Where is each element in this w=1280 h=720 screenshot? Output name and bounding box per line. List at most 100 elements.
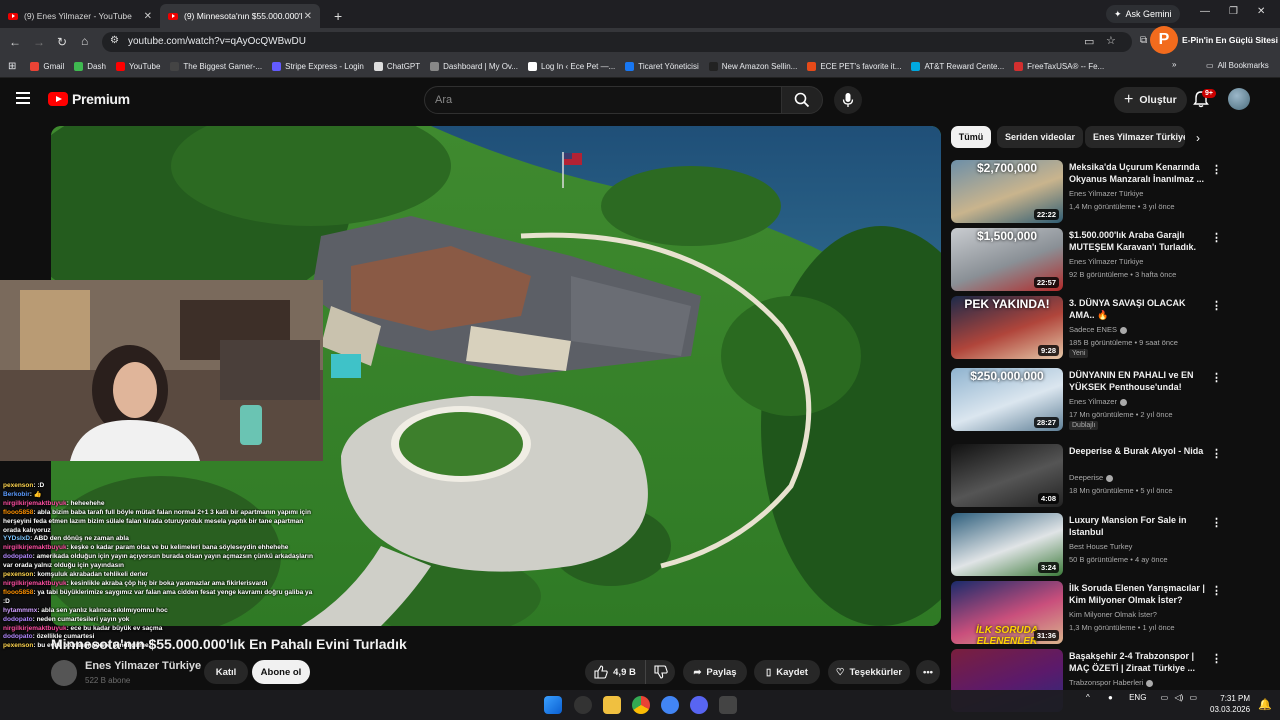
voice-search-button[interactable] xyxy=(834,86,862,114)
chrome-icon[interactable] xyxy=(632,696,650,714)
app-icon[interactable] xyxy=(719,696,737,714)
join-button[interactable]: Katıl xyxy=(204,660,248,684)
channel-label[interactable]: Deeperise xyxy=(1069,473,1103,482)
cast-icon[interactable]: ▭ xyxy=(1084,35,1094,48)
extensions-icon[interactable]: ⧉ xyxy=(1140,35,1147,46)
channel-label[interactable]: Sadece ENES xyxy=(1069,325,1117,334)
browser-tab-active[interactable]: (9) Minnesota'nın $55.000.000'l ✕ xyxy=(160,4,320,28)
recommended-video-title[interactable]: Luxury Mansion For Sale in Istanbul xyxy=(1069,514,1205,538)
more-vertical-icon[interactable]: ⋮ xyxy=(1211,516,1222,529)
recommended-video-title[interactable]: $1.500.000'lık Araba Garajlı MUTEŞEM Kar… xyxy=(1069,229,1205,253)
bookmark-item[interactable]: Gmail xyxy=(30,62,64,71)
reload-icon[interactable]: ↻ xyxy=(57,35,67,49)
thanks-button[interactable]: ♡ Teşekkürler xyxy=(828,660,910,684)
home-icon[interactable]: ⌂ xyxy=(81,34,88,48)
discord-icon[interactable] xyxy=(690,696,708,714)
channel-label[interactable]: Kim Milyoner Olmak İster? xyxy=(1069,610,1157,619)
like-button[interactable]: 4,9 B xyxy=(585,660,645,684)
bookmark-item[interactable]: The Biggest Gamer-... xyxy=(170,62,262,71)
bookmark-item[interactable]: FreeTaxUSA® -- Fe... xyxy=(1014,62,1104,71)
volume-icon[interactable]: ◁) xyxy=(1174,693,1183,702)
share-button[interactable]: ➦ Paylaş xyxy=(683,660,747,684)
extension-logo-icon[interactable]: P xyxy=(1150,26,1178,54)
bookmark-item[interactable]: YouTube xyxy=(115,62,160,71)
bookmark-item[interactable]: ChatGPT xyxy=(373,62,420,71)
google-icon[interactable] xyxy=(661,696,679,714)
recommended-video-title[interactable]: DÜNYANIN EN PAHALI ve EN YÜKSEK Penthous… xyxy=(1069,369,1205,393)
create-button[interactable]: + Oluştur xyxy=(1114,87,1187,113)
recommended-video-title[interactable]: Deeperise & Burak Akyol - Nida xyxy=(1069,445,1205,457)
recommended-video[interactable]: $1,500,000 22:57 $1.500.000'lık Araba Gara… xyxy=(951,228,1251,292)
save-button[interactable]: ▯ Kaydet xyxy=(754,660,820,684)
more-vertical-icon[interactable]: ⋮ xyxy=(1211,584,1222,597)
bookmark-item[interactable]: Log In ‹ Ece Pet —... xyxy=(528,62,615,71)
more-actions-button[interactable]: ••• xyxy=(916,660,940,684)
more-vertical-icon[interactable]: ⋮ xyxy=(1211,447,1222,460)
account-avatar[interactable] xyxy=(1228,88,1250,110)
recommended-video[interactable]: $2,700,000 22:22 Meksika'da Uçurum Kenarın… xyxy=(951,160,1251,224)
recommended-video[interactable]: İLK SORUDA ELENENLER 31:36 İlk Soruda Elen… xyxy=(951,581,1251,645)
more-vertical-icon[interactable]: ⋮ xyxy=(1211,231,1222,244)
chip-series-videos[interactable]: Seriden videolar xyxy=(997,126,1084,148)
recommended-video-title[interactable]: İlk Soruda Elenen Yarışmacılar | Kim Mil… xyxy=(1069,582,1205,606)
youtube-premium-logo[interactable]: Premium xyxy=(48,91,130,107)
browser-tab[interactable]: (9) Enes Yilmazer - YouTube ✕ xyxy=(0,4,160,28)
system-clock[interactable]: 7:31 PM 03.03.2026 xyxy=(1210,693,1250,715)
ask-gemini-button[interactable]: ✦ Ask Gemini xyxy=(1106,5,1180,23)
bookmark-item[interactable]: Stripe Express - Login xyxy=(272,62,364,71)
video-thumbnail[interactable]: PEK YAKINDA! 9:28 xyxy=(951,296,1063,359)
bookmark-item[interactable]: Dashboard | My Ov... xyxy=(430,62,518,71)
channel-label[interactable]: Trabzonspor Haberleri xyxy=(1069,678,1143,687)
dislike-button[interactable] xyxy=(645,660,675,684)
bookmark-item[interactable]: AT&T Reward Cente... xyxy=(911,62,1004,71)
channel-name[interactable]: Enes Yilmazer Türkiye xyxy=(85,660,201,672)
back-icon[interactable]: ← xyxy=(9,35,21,49)
video-thumbnail[interactable]: $1,500,000 22:57 xyxy=(951,228,1063,291)
widgets-icon[interactable] xyxy=(574,696,592,714)
close-window-icon[interactable]: ✕ xyxy=(1257,6,1265,17)
network-icon[interactable]: ▭ xyxy=(1161,693,1169,702)
battery-icon[interactable]: ▭ xyxy=(1190,693,1198,702)
recommended-video-title[interactable]: 3. DÜNYA SAVAŞI OLACAK AMA.. 🔥 xyxy=(1069,297,1205,321)
recommended-video[interactable]: 4:08 Deeperise & Burak Akyol - Nida Deeper… xyxy=(951,444,1251,508)
more-vertical-icon[interactable]: ⋮ xyxy=(1211,299,1222,312)
bookmark-item[interactable]: New Amazon Sellin... xyxy=(708,62,797,71)
file-explorer-icon[interactable] xyxy=(603,696,621,714)
channel-label[interactable]: Best House Turkey xyxy=(1069,542,1132,551)
video-thumbnail[interactable]: 3:24 xyxy=(951,513,1063,576)
new-tab-icon[interactable]: + xyxy=(334,4,342,28)
windows-start-icon[interactable] xyxy=(544,696,562,714)
all-bookmarks-button[interactable]: ▭ All Bookmarks xyxy=(1206,61,1269,70)
chip-all[interactable]: Tümü xyxy=(951,126,991,148)
language-indicator[interactable]: ENG xyxy=(1129,693,1146,702)
minimize-icon[interactable]: — xyxy=(1200,6,1210,17)
video-thumbnail[interactable]: $2,700,000 22:22 xyxy=(951,160,1063,223)
bookmark-item[interactable]: Dash xyxy=(74,62,106,71)
maximize-icon[interactable]: ❐ xyxy=(1229,6,1238,17)
bookmarks-overflow-icon[interactable]: » xyxy=(1172,60,1176,69)
chip-channel[interactable]: Enes Yilmazer Türkiye xyxy=(1085,126,1185,148)
video-thumbnail[interactable]: $250,000,000 28:27 xyxy=(951,368,1063,431)
chevron-right-icon[interactable]: › xyxy=(1196,131,1200,145)
recommended-video-title[interactable]: Başakşehir 2-4 Trabzonspor | MAÇ ÖZETİ |… xyxy=(1069,650,1205,674)
apps-grid-icon[interactable]: ⊞ xyxy=(8,61,16,72)
microphone-tray-icon[interactable]: ● xyxy=(1108,693,1113,702)
close-tab-icon[interactable]: ✕ xyxy=(144,11,152,22)
search-button[interactable] xyxy=(781,86,823,114)
recommended-video[interactable]: $250,000,000 28:27 DÜNYANIN EN PAHALI ve E… xyxy=(951,368,1251,432)
recommended-video-title[interactable]: Meksika'da Uçurum Kenarında Okyanus Manz… xyxy=(1069,161,1205,185)
channel-avatar[interactable] xyxy=(51,660,77,686)
channel-label[interactable]: Enes Yilmazer xyxy=(1069,397,1117,406)
bookmark-star-icon[interactable]: ☆ xyxy=(1106,34,1116,47)
notification-center-icon[interactable]: 🔔 xyxy=(1258,698,1272,711)
search-input[interactable]: Ara xyxy=(424,86,782,114)
video-thumbnail[interactable]: 4:08 xyxy=(951,444,1063,507)
site-info-icon[interactable]: ⚙ xyxy=(110,35,119,46)
bookmark-item[interactable]: ECE PET's favorite it... xyxy=(807,62,901,71)
bookmark-item[interactable]: Ticaret Yöneticisi xyxy=(625,62,699,71)
forward-icon[interactable]: → xyxy=(33,35,45,49)
menu-icon[interactable] xyxy=(16,92,30,107)
subscribe-button[interactable]: Abone ol xyxy=(252,660,310,684)
more-vertical-icon[interactable]: ⋮ xyxy=(1211,371,1222,384)
tray-overflow-icon[interactable]: ^ xyxy=(1086,693,1090,702)
